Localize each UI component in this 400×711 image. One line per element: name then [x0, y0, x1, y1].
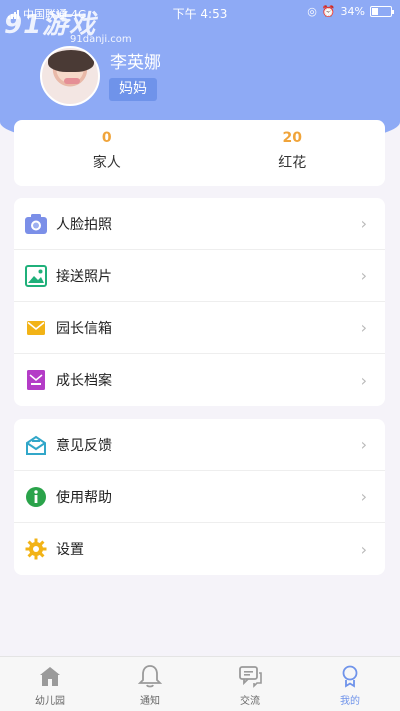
tab-label: 幼儿园 [35, 696, 65, 707]
tab-chat[interactable]: 交流 [200, 657, 300, 711]
stat-family[interactable]: 0 家人 [14, 120, 200, 186]
menu-group-1: 人脸拍照 › 接送照片 › 园长信箱 › 成长档案 › [14, 198, 385, 406]
mail-icon [24, 316, 48, 340]
tab-mine[interactable]: 我的 [300, 657, 400, 711]
menu-item-help[interactable]: 使用帮助 › [14, 471, 385, 523]
stat-flowers[interactable]: 20 红花 [200, 120, 386, 186]
menu-item-label: 园长信箱 [56, 320, 112, 337]
chevron-right-icon: › [360, 318, 367, 337]
menu-item-label: 成长档案 [56, 373, 112, 389]
stat-flowers-label: 红花 [278, 155, 307, 171]
menu-item-face-photo[interactable]: 人脸拍照 › [14, 198, 385, 250]
chat-icon [239, 666, 262, 688]
status-right: ◎ ⏰ 34% [307, 5, 394, 18]
menu-item-label: 接送照片 [56, 268, 112, 285]
lock-rotation-icon: ◎ [307, 5, 317, 18]
stat-family-label: 家人 [92, 155, 121, 171]
feedback-icon [24, 433, 48, 457]
menu-group-2: 意见反馈 › 使用帮助 › 设置 › [14, 419, 385, 575]
alarm-icon: ⏰ [321, 5, 336, 18]
watermark-url: 91danji.com [70, 34, 132, 45]
chevron-right-icon: › [360, 539, 367, 559]
chevron-right-icon: › [360, 435, 367, 454]
tab-label: 交流 [240, 696, 260, 707]
menu-item-label: 设置 [56, 542, 84, 558]
gear-icon [24, 537, 48, 561]
menu-item-label: 人脸拍照 [56, 216, 112, 233]
photo-icon [24, 264, 48, 288]
bottom-tab-bar: 幼儿园 通知 交流 我的 [0, 656, 400, 711]
menu-item-label: 使用帮助 [56, 489, 112, 506]
user-name: 李英娜 [110, 53, 161, 73]
profile-icon [342, 665, 358, 688]
tab-kindergarten[interactable]: 幼儿园 [0, 657, 100, 711]
stat-flowers-value: 20 [282, 130, 302, 146]
role-badge: 妈妈 [109, 78, 157, 101]
menu-item-settings[interactable]: 设置 › [14, 523, 385, 575]
tab-notice[interactable]: 通知 [100, 657, 200, 711]
battery-percent: 34% [340, 5, 365, 18]
tab-label: 我的 [340, 696, 360, 707]
stat-family-value: 0 [101, 130, 112, 146]
battery-icon [370, 6, 394, 17]
watermark: 91游戏 91danji.com [4, 4, 144, 48]
stats-card: 0 家人 20 红花 [14, 120, 385, 186]
battery-level [372, 8, 379, 15]
archive-icon [24, 368, 48, 392]
camera-icon [24, 212, 48, 236]
menu-item-feedback[interactable]: 意见反馈 › [14, 419, 385, 471]
chevron-right-icon: › [360, 214, 367, 233]
chevron-right-icon: › [360, 487, 367, 506]
menu-item-principal-mailbox[interactable]: 园长信箱 › [14, 302, 385, 354]
tab-label: 通知 [140, 696, 160, 707]
bell-icon [137, 665, 163, 688]
info-icon [24, 485, 48, 509]
chevron-right-icon: › [360, 370, 367, 390]
menu-item-label: 意见反馈 [56, 437, 112, 454]
chevron-right-icon: › [360, 266, 367, 285]
avatar[interactable] [40, 46, 100, 106]
menu-item-growth-archive[interactable]: 成长档案 › [14, 354, 385, 406]
home-icon [40, 667, 60, 686]
menu-item-pickup-photos[interactable]: 接送照片 › [14, 250, 385, 302]
